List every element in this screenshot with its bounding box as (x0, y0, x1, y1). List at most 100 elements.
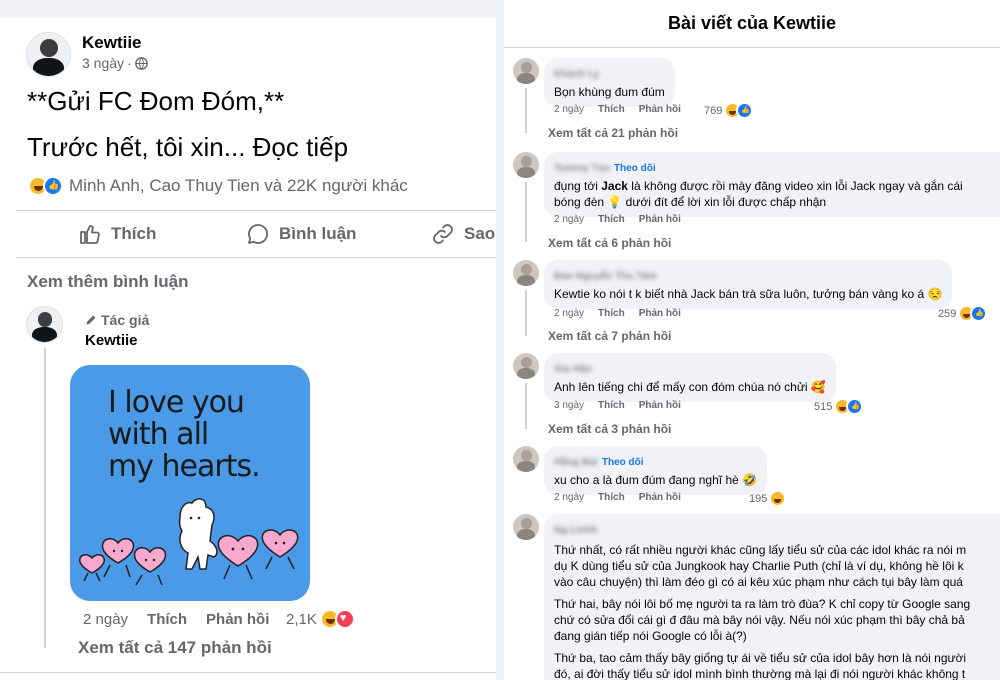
thread-line (525, 182, 527, 242)
post-author-name[interactable]: Kewtiie (82, 33, 142, 53)
comment-author-avatar[interactable] (26, 306, 63, 343)
post-reactions-summary[interactable]: Minh Anh, Cao Thuy Tien và 22K người khá… (28, 176, 408, 196)
sticker-characters (78, 498, 299, 586)
comments-panel: Bài viết của Kewtiie Khánh Ly Bọn khùng … (496, 0, 1000, 680)
comment-button[interactable]: Bình luận (246, 222, 356, 246)
comment-reactions[interactable]: 2,1K (286, 609, 355, 629)
divider (16, 210, 496, 211)
comment-like-button[interactable]: Thích (598, 308, 625, 319)
share-button[interactable]: Sao (431, 222, 495, 246)
comment-bubble: Đan Nguyễn Thu Tâm Kewtie ko nói t k biế… (544, 260, 953, 309)
comment-reaction-count: 2,1K (286, 610, 317, 628)
comment-like-button[interactable]: Thích (598, 400, 625, 411)
post-panel: Kewtiie 3 ngày · **Gửi FC Đom Đóm,** Trư… (0, 0, 496, 680)
feed-background (0, 0, 496, 18)
comment-paragraph: Thứ nhất, có rất nhiều người khác cũng l… (554, 543, 967, 589)
comment-like-button[interactable]: Thích (598, 492, 625, 503)
view-replies-link[interactable]: Xem tất cả 21 phản hồi (548, 126, 678, 140)
commenter-avatar[interactable] (513, 446, 539, 472)
view-replies-link[interactable]: Xem tất cả 3 phản hồi (548, 422, 671, 436)
comment-bubble: Khánh Ly Bọn khùng đum đúm (544, 58, 675, 107)
post-author-avatar[interactable] (26, 32, 71, 77)
like-button[interactable]: Thích (78, 222, 156, 246)
thread-line (525, 88, 527, 133)
commenter-avatar[interactable] (513, 353, 539, 379)
comment-meta: 2 ngày Thích Phản hồi (554, 308, 695, 319)
comment-text: Kewtie ko nói t k biết nhà Jack bán trà … (554, 287, 943, 301)
view-all-replies-link[interactable]: Xem tất cả 147 phản hồi (78, 638, 272, 658)
comment-meta: 2 ngày Thích Phản hồi (554, 104, 695, 115)
comment-reactions[interactable]: 515 (814, 398, 864, 415)
comment-actions: 2 ngày Thích Phản hồi (83, 611, 288, 628)
comment-reply-button[interactable]: Phản hồi (639, 492, 681, 503)
comment-like-button[interactable]: Thích (147, 611, 187, 628)
follow-link[interactable]: Theo dõi (614, 163, 656, 174)
like-reaction-icon (736, 102, 754, 119)
view-replies-link[interactable]: Xem tất cả 7 phản hồi (548, 329, 671, 343)
comment-item: Hằng Bùi Theo dõi xu cho a là đum đúm đan… (504, 446, 1000, 508)
post-time[interactable]: 3 ngày (82, 55, 124, 71)
commenter-name[interactable]: Tommy Tùn (554, 163, 610, 174)
panel-title: Bài viết của Kewtiie (667, 13, 837, 33)
comment-reactions[interactable]: 769 (704, 102, 754, 119)
comment-time[interactable]: 3 ngày (554, 400, 584, 411)
comment-time[interactable]: 2 ngày (554, 308, 584, 319)
post-meta: 3 ngày · (82, 55, 148, 71)
comment-reply-button[interactable]: Phản hồi (639, 308, 681, 319)
comment-author-name[interactable]: Kewtiie (85, 332, 138, 349)
comment-reactions[interactable]: 195 (749, 490, 787, 507)
follow-link[interactable]: Theo dõi (602, 457, 644, 468)
commenter-avatar[interactable] (513, 152, 539, 178)
pencil-icon (86, 315, 96, 325)
comment-reply-button[interactable]: Phản hồi (639, 400, 681, 411)
thread-line (44, 348, 46, 648)
comment-like-button[interactable]: Thích (598, 104, 625, 115)
comment-time[interactable]: 2 ngày (83, 611, 128, 628)
commenter-avatar[interactable] (513, 58, 539, 84)
love-sticker-image[interactable]: I love you with all my hearts. (70, 365, 310, 601)
comment-reply-button[interactable]: Phản hồi (639, 104, 681, 115)
comment-text: xu cho a là đum đúm đang nghĩ hè 🤣 (554, 473, 758, 487)
view-replies-link[interactable]: Xem tất cả 6 phản hồi (548, 236, 671, 250)
share-icon (433, 224, 453, 244)
comment-text: Anh lên tiếng chi để mấy con đóm chúa nó… (554, 380, 826, 394)
globe-icon (134, 56, 148, 70)
divider (504, 47, 1000, 48)
reactions-text: Minh Anh, Cao Thuy Tien và 22K người khá… (69, 176, 408, 195)
comment-reply-button[interactable]: Phản hồi (639, 214, 681, 225)
comment-paragraph: Thứ ba, tao cảm thấy bây giống tự ái về … (554, 651, 967, 680)
comment-text: đụng tới Jack là không được rồi mày đăng… (554, 179, 963, 209)
view-more-comments-link[interactable]: Xem thêm bình luận (27, 272, 189, 292)
like-reaction-icon (970, 305, 988, 322)
reaction-icons (28, 176, 63, 196)
comment-like-button[interactable]: Thích (598, 214, 625, 225)
comment-item: Ng Linhh Thứ nhất, có rất nhiều người kh… (504, 514, 1000, 680)
commenter-name[interactable]: Khánh Ly (554, 69, 599, 80)
comment-text: Bọn khùng đum đúm (554, 85, 665, 99)
comment-reply-button[interactable]: Phản hồi (206, 611, 269, 628)
comment-time[interactable]: 2 ngày (554, 214, 584, 225)
comment-bubble: Tommy Tùn Theo dõi đụng tới Jack là không… (544, 152, 1000, 217)
haha-reaction-icon (769, 490, 787, 507)
commenter-name[interactable]: Ng Linhh (554, 525, 597, 536)
comment-meta: 3 ngày Thích Phản hồi (554, 400, 695, 411)
comment-time[interactable]: 2 ngày (554, 104, 584, 115)
like-reaction-icon (846, 398, 864, 415)
commenter-avatar[interactable] (513, 514, 539, 540)
share-label: Sao (464, 224, 496, 243)
thread-line (525, 383, 527, 429)
commenter-name[interactable]: Đan Nguyễn Thu Tâm (554, 271, 657, 282)
thumbs-up-icon (80, 225, 100, 244)
like-reaction-icon (43, 176, 63, 196)
commenter-avatar[interactable] (513, 260, 539, 286)
like-label: Thích (111, 224, 157, 243)
comment-item: Gia Hân Anh lên tiếng chi để mấy con đóm… (504, 353, 1000, 437)
comment-label: Bình luận (279, 224, 357, 243)
post-text-preview[interactable]: Trước hết, tôi xin... Đọc tiếp (27, 132, 348, 162)
commenter-name[interactable]: Hằng Bùi (554, 457, 598, 468)
commenter-name[interactable]: Gia Hân (554, 364, 592, 375)
comment-time[interactable]: 2 ngày (554, 492, 584, 503)
comment-meta: 2 ngày Thích Phản hồi (554, 214, 695, 225)
comment-reactions[interactable]: 259 (938, 305, 988, 322)
thread-line (525, 290, 527, 336)
